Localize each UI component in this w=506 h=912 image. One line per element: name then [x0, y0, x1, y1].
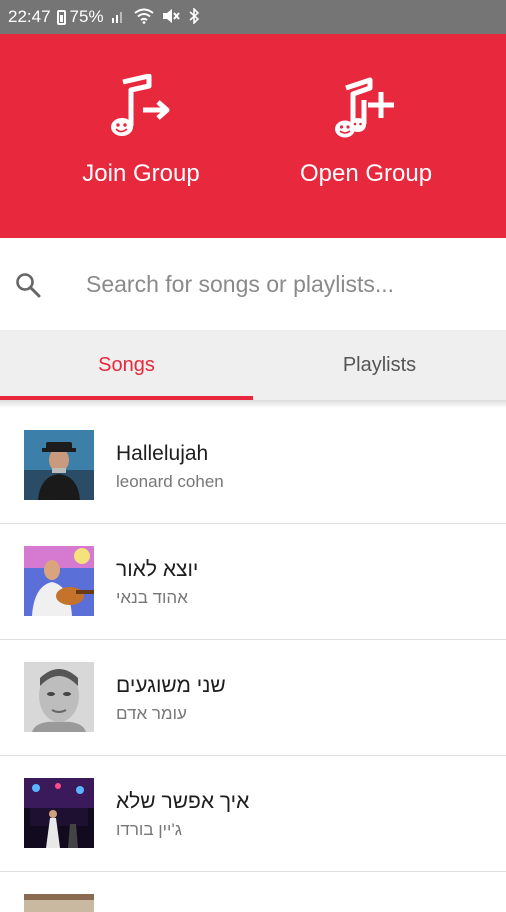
song-artist: leonard cohen: [116, 472, 224, 491]
battery-icon: [56, 9, 66, 25]
song-title: איך אפשר שלא: [116, 790, 250, 813]
song-row[interactable]: שני משוגעים עומר אדם: [0, 640, 506, 756]
open-group-button[interactable]: Open Group: [266, 74, 466, 188]
song-list: Hallelujah leonard cohen יוצא לאור אהוד …: [0, 408, 506, 912]
album-thumbnail: [24, 778, 94, 848]
mute-icon: [162, 8, 180, 26]
tab-bar: Songs Playlists: [0, 330, 506, 400]
song-title: יוצא לאור: [116, 558, 199, 581]
song-title: Hallelujah: [116, 442, 209, 465]
music-note-arrow-icon: [111, 74, 170, 136]
tab-playlists[interactable]: Playlists: [253, 330, 506, 400]
status-bar: 22:47 75%: [0, 0, 506, 34]
search-input[interactable]: [86, 264, 486, 304]
song-row[interactable]: [0, 872, 506, 912]
album-thumbnail: [24, 546, 94, 616]
join-group-button[interactable]: Join Group: [41, 74, 241, 188]
tab-shadow: [0, 400, 506, 408]
open-group-label: Open Group: [299, 160, 433, 187]
search-icon[interactable]: [14, 271, 42, 299]
signal-icon: [111, 9, 126, 25]
song-artist: עומר אדם: [116, 704, 187, 723]
bluetooth-icon: [188, 7, 200, 26]
search-bar: [0, 238, 506, 330]
song-artist: אהוד בנאי: [116, 588, 188, 607]
album-thumbnail: [24, 430, 94, 500]
song-row[interactable]: יוצא לאור אהוד בנאי: [0, 524, 506, 640]
header-bar: Join Group Open Group: [0, 34, 506, 238]
album-thumbnail: [24, 894, 94, 912]
tab-songs[interactable]: Songs: [0, 330, 253, 400]
song-row[interactable]: איך אפשר שלא ג'יין בורדו: [0, 756, 506, 872]
status-time: 22:47: [8, 7, 51, 26]
album-thumbnail: [24, 662, 94, 732]
song-row[interactable]: Hallelujah leonard cohen: [0, 408, 506, 524]
battery-percent: 75%: [69, 7, 104, 26]
song-title: שני משוגעים: [116, 674, 226, 697]
join-group-label: Join Group: [82, 160, 200, 187]
song-artist: ג'יין בורדו: [116, 820, 182, 839]
music-notes-plus-icon: [335, 77, 394, 138]
wifi-icon: [133, 8, 154, 26]
